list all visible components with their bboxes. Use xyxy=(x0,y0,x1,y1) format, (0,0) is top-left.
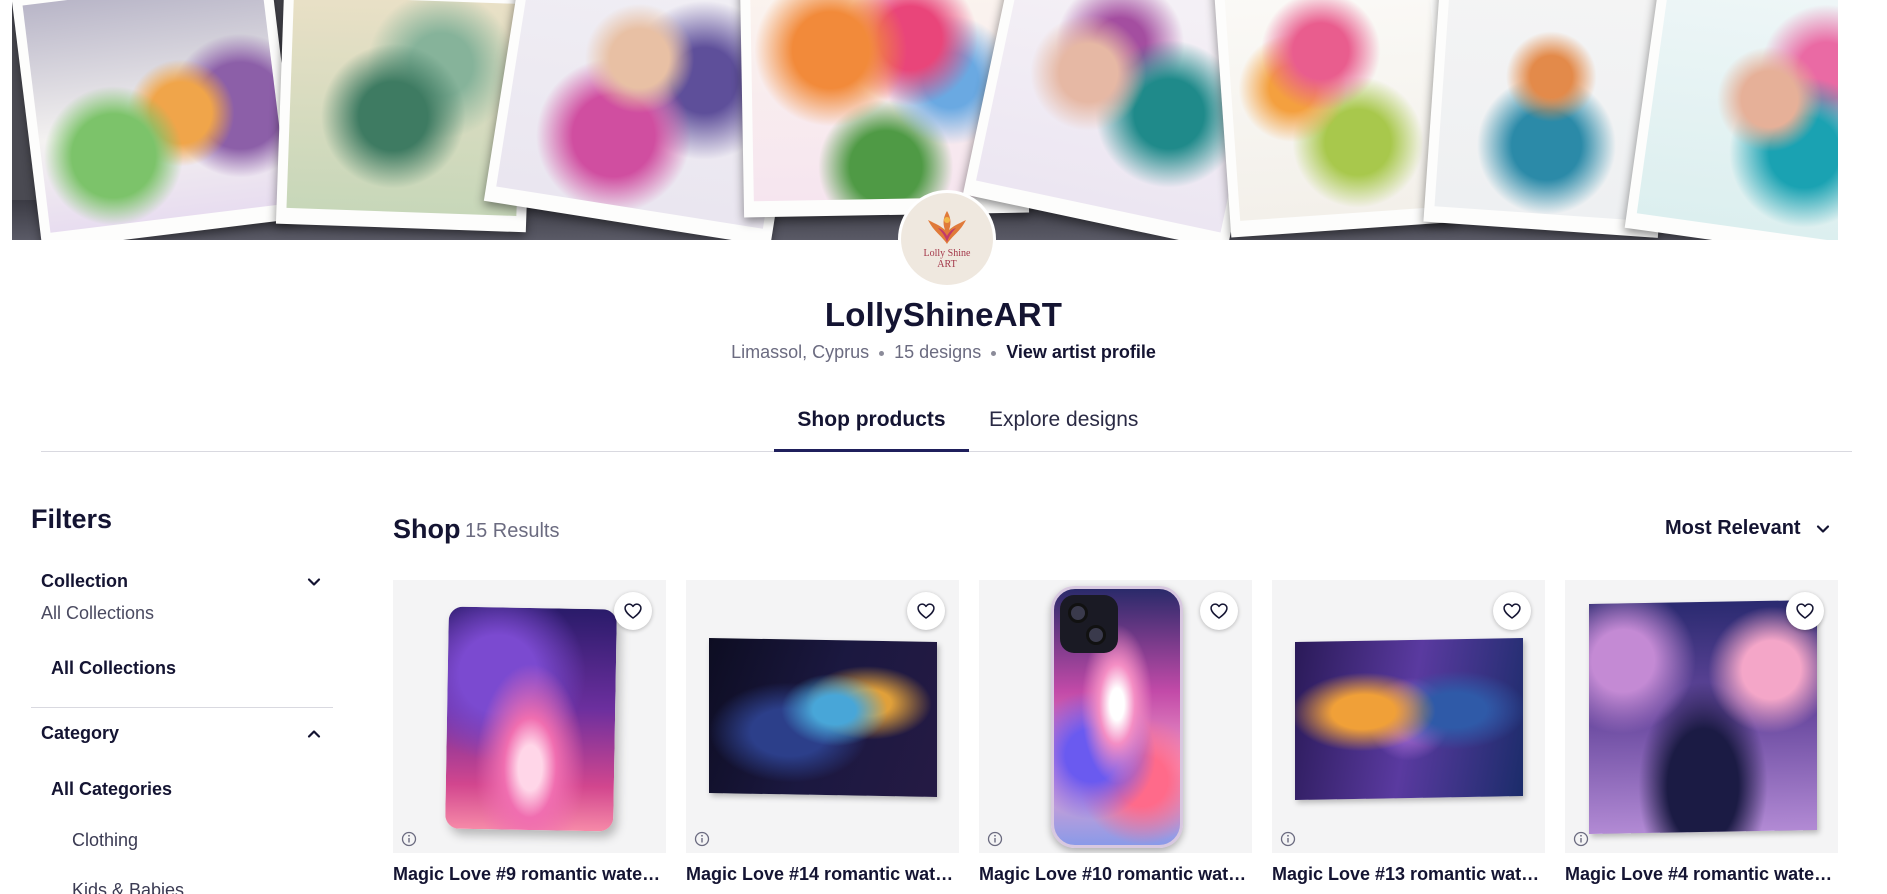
product-card[interactable]: Magic Love #10 romantic watercolor xyxy=(979,580,1252,894)
product-phone-case-image xyxy=(1051,586,1183,848)
favorite-button[interactable] xyxy=(1200,592,1238,630)
product-image[interactable] xyxy=(393,580,666,853)
product-card[interactable]: Magic Love #13 romantic watercolor xyxy=(1272,580,1545,894)
heart-icon xyxy=(917,603,935,619)
logo-text: Lolly Shine xyxy=(923,248,971,259)
filters-title: Filters xyxy=(31,504,113,534)
chevron-up-icon xyxy=(307,730,321,738)
info-icon[interactable] xyxy=(987,831,1003,847)
filter-collection-toggle[interactable]: Collection xyxy=(41,571,321,592)
filter-collection-label: Collection xyxy=(41,571,129,591)
favorite-button[interactable] xyxy=(1493,592,1531,630)
favorite-button[interactable] xyxy=(907,592,945,630)
banner-artwork xyxy=(1213,0,1456,238)
favorite-button[interactable] xyxy=(614,592,652,630)
filter-option-clothing[interactable]: Clothing xyxy=(72,830,138,851)
separator-dot xyxy=(991,350,997,356)
favorite-button[interactable] xyxy=(1786,592,1824,630)
product-tapestry-image xyxy=(1295,638,1523,800)
chevron-down-icon xyxy=(1817,525,1830,533)
artist-meta: Limassol, Cyprus 15 designs View artist pr… xyxy=(0,342,1887,363)
artist-design-count: 15 designs xyxy=(894,342,982,362)
shop-title: Shop xyxy=(393,514,461,544)
product-image[interactable] xyxy=(1565,580,1838,853)
separator-dot xyxy=(879,350,885,356)
tab-explore-designs[interactable]: Explore designs xyxy=(989,408,1149,452)
filter-option-all-collections[interactable]: All Collections xyxy=(51,658,176,679)
product-card[interactable]: Magic Love #4 romantic watercolor xyxy=(1565,580,1838,894)
filter-option-kids-babies[interactable]: Kids & Babies xyxy=(72,880,184,894)
logo-text: ART xyxy=(937,259,957,270)
artist-avatar[interactable]: Lolly Shine ART xyxy=(898,190,996,288)
lens xyxy=(1068,603,1088,623)
lens xyxy=(1086,625,1106,645)
product-image[interactable] xyxy=(979,580,1252,853)
info-icon[interactable] xyxy=(401,831,417,847)
product-image[interactable] xyxy=(686,580,959,853)
phoenix-logo-icon xyxy=(928,211,966,244)
artist-location: Limassol, Cyprus xyxy=(731,342,870,362)
product-title[interactable]: Magic Love #4 romantic watercolor xyxy=(1565,864,1838,885)
product-title[interactable]: Magic Love #9 romantic watercolor xyxy=(393,864,666,885)
product-image[interactable] xyxy=(1272,580,1545,853)
product-card[interactable]: Magic Love #14 romantic watercolor xyxy=(686,580,959,894)
shop-tabs: Shop products Explore designs xyxy=(41,404,1852,452)
product-tapestry-image xyxy=(1589,600,1817,834)
heart-icon xyxy=(1796,603,1814,619)
info-icon[interactable] xyxy=(1573,831,1589,847)
product-tapestry-image xyxy=(709,638,937,797)
chevron-down-icon xyxy=(307,578,321,586)
banner-artwork xyxy=(1624,0,1838,240)
filter-divider xyxy=(31,707,333,708)
sort-label: Most Relevant xyxy=(1665,517,1801,539)
product-duvet-image xyxy=(445,606,617,832)
results-count: 15 Results xyxy=(465,520,560,542)
product-title[interactable]: Magic Love #14 romantic watercolor xyxy=(686,864,959,885)
view-artist-profile-link[interactable]: View artist profile xyxy=(1006,342,1156,362)
camera-module xyxy=(1060,595,1118,653)
product-title[interactable]: Magic Love #10 romantic watercolor xyxy=(979,864,1252,885)
heart-icon xyxy=(1503,603,1521,619)
banner-artwork xyxy=(12,0,301,240)
product-card[interactable]: Magic Love #9 romantic watercolor xyxy=(393,580,666,894)
sort-dropdown[interactable]: Most Relevant xyxy=(1665,517,1830,540)
filter-category-toggle[interactable]: Category xyxy=(41,723,321,744)
filter-option-all-categories[interactable]: All Categories xyxy=(51,779,172,800)
product-title[interactable]: Magic Love #13 romantic watercolor xyxy=(1272,864,1545,885)
filter-collection-selected: All Collections xyxy=(41,603,155,623)
filter-category-label: Category xyxy=(41,723,120,743)
info-icon[interactable] xyxy=(1280,831,1296,847)
info-icon[interactable] xyxy=(694,831,710,847)
heart-icon xyxy=(1210,603,1228,619)
artist-name: LollyShineART xyxy=(824,296,1063,333)
heart-icon xyxy=(624,603,642,619)
tab-shop-products[interactable]: Shop products xyxy=(774,408,969,452)
